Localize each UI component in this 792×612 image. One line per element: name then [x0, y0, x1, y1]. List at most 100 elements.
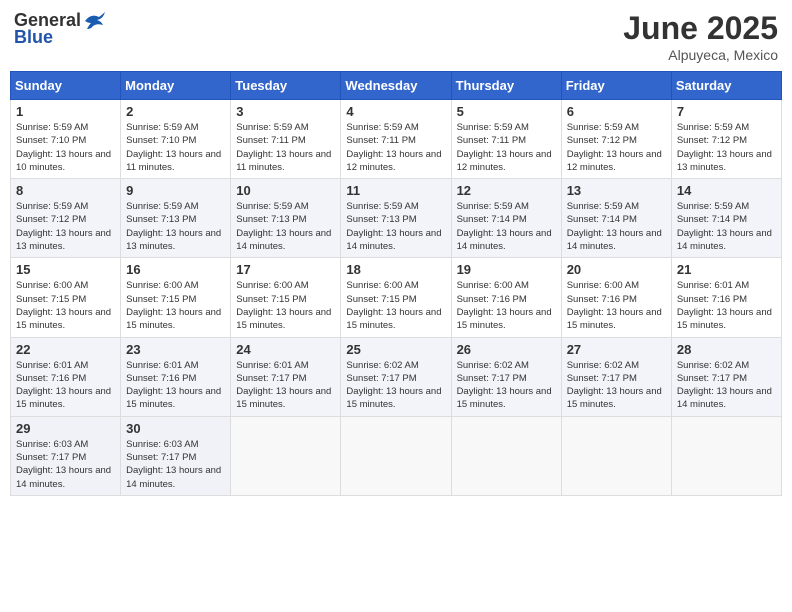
header-wednesday: Wednesday [341, 72, 451, 100]
day-info: Sunrise: 6:03 AMSunset: 7:17 PMDaylight:… [126, 438, 225, 491]
day-info: Sunrise: 6:01 AMSunset: 7:17 PMDaylight:… [236, 359, 335, 412]
table-row [561, 416, 671, 495]
table-row: 23 Sunrise: 6:01 AMSunset: 7:16 PMDayligh… [121, 337, 231, 416]
day-info: Sunrise: 6:00 AMSunset: 7:15 PMDaylight:… [236, 279, 335, 332]
table-row: 30 Sunrise: 6:03 AMSunset: 7:17 PMDayligh… [121, 416, 231, 495]
day-number: 13 [567, 183, 666, 198]
calendar-week-row: 15 Sunrise: 6:00 AMSunset: 7:15 PMDayligh… [11, 258, 782, 337]
table-row: 10 Sunrise: 5:59 AMSunset: 7:13 PMDayligh… [231, 179, 341, 258]
day-number: 25 [346, 342, 445, 357]
table-row: 29 Sunrise: 6:03 AMSunset: 7:17 PMDayligh… [11, 416, 121, 495]
header-saturday: Saturday [671, 72, 781, 100]
logo-blue-text: Blue [14, 27, 53, 48]
day-info: Sunrise: 6:03 AMSunset: 7:17 PMDaylight:… [16, 438, 115, 491]
day-info: Sunrise: 5:59 AMSunset: 7:14 PMDaylight:… [457, 200, 556, 253]
day-info: Sunrise: 5:59 AMSunset: 7:12 PMDaylight:… [16, 200, 115, 253]
day-number: 19 [457, 262, 556, 277]
day-info: Sunrise: 5:59 AMSunset: 7:10 PMDaylight:… [16, 121, 115, 174]
table-row: 7 Sunrise: 5:59 AMSunset: 7:12 PMDaylight… [671, 100, 781, 179]
table-row: 27 Sunrise: 6:02 AMSunset: 7:17 PMDayligh… [561, 337, 671, 416]
table-row [671, 416, 781, 495]
day-info: Sunrise: 6:00 AMSunset: 7:15 PMDaylight:… [126, 279, 225, 332]
day-number: 8 [16, 183, 115, 198]
table-row: 16 Sunrise: 6:00 AMSunset: 7:15 PMDayligh… [121, 258, 231, 337]
table-row: 5 Sunrise: 5:59 AMSunset: 7:11 PMDaylight… [451, 100, 561, 179]
day-info: Sunrise: 5:59 AMSunset: 7:12 PMDaylight:… [567, 121, 666, 174]
table-row [341, 416, 451, 495]
table-row: 21 Sunrise: 6:01 AMSunset: 7:16 PMDayligh… [671, 258, 781, 337]
header-friday: Friday [561, 72, 671, 100]
calendar-week-row: 22 Sunrise: 6:01 AMSunset: 7:16 PMDayligh… [11, 337, 782, 416]
header-monday: Monday [121, 72, 231, 100]
location-subtitle: Alpuyeca, Mexico [623, 47, 778, 63]
table-row: 2 Sunrise: 5:59 AMSunset: 7:10 PMDaylight… [121, 100, 231, 179]
day-number: 5 [457, 104, 556, 119]
table-row: 20 Sunrise: 6:00 AMSunset: 7:16 PMDayligh… [561, 258, 671, 337]
day-number: 20 [567, 262, 666, 277]
day-info: Sunrise: 6:01 AMSunset: 7:16 PMDaylight:… [677, 279, 776, 332]
day-number: 4 [346, 104, 445, 119]
table-row: 4Sunrise: 5:59 AMSunset: 7:11 PMDaylight… [341, 100, 451, 179]
day-info: Sunrise: 5:59 AMSunset: 7:14 PMDaylight:… [677, 200, 776, 253]
day-number: 12 [457, 183, 556, 198]
day-info: Sunrise: 6:00 AMSunset: 7:15 PMDaylight:… [16, 279, 115, 332]
header-sunday: Sunday [11, 72, 121, 100]
day-info: Sunrise: 5:59 AMSunset: 7:11 PMDaylight:… [457, 121, 556, 174]
day-info: Sunrise: 5:59 AMSunset: 7:14 PMDaylight:… [567, 200, 666, 253]
table-row: 3 Sunrise: 5:59 AMSunset: 7:11 PMDaylight… [231, 100, 341, 179]
table-row: 26 Sunrise: 6:02 AMSunset: 7:17 PMDayligh… [451, 337, 561, 416]
day-number: 22 [16, 342, 115, 357]
day-number: 15 [16, 262, 115, 277]
day-info: Sunrise: 6:02 AMSunset: 7:17 PMDaylight:… [457, 359, 556, 412]
day-info: Sunrise: 6:02 AMSunset: 7:17 PMDaylight:… [677, 359, 776, 412]
day-number: 29 [16, 421, 115, 436]
title-block: June 2025 Alpuyeca, Mexico [623, 10, 778, 63]
table-row: 13 Sunrise: 5:59 AMSunset: 7:14 PMDayligh… [561, 179, 671, 258]
table-row: 28Sunrise: 6:02 AMSunset: 7:17 PMDayligh… [671, 337, 781, 416]
day-info: Sunrise: 5:59 AMSunset: 7:13 PMDaylight:… [126, 200, 225, 253]
day-number: 9 [126, 183, 225, 198]
table-row: 11Sunrise: 5:59 AMSunset: 7:13 PMDayligh… [341, 179, 451, 258]
table-row: 17 Sunrise: 6:00 AMSunset: 7:15 PMDayligh… [231, 258, 341, 337]
day-info: Sunrise: 5:59 AMSunset: 7:10 PMDaylight:… [126, 121, 225, 174]
day-number: 17 [236, 262, 335, 277]
day-number: 1 [16, 104, 115, 119]
header-tuesday: Tuesday [231, 72, 341, 100]
day-number: 18 [346, 262, 445, 277]
table-row: 14Sunrise: 5:59 AMSunset: 7:14 PMDayligh… [671, 179, 781, 258]
table-row: 25 Sunrise: 6:02 AMSunset: 7:17 PMDayligh… [341, 337, 451, 416]
day-info: Sunrise: 5:59 AMSunset: 7:13 PMDaylight:… [346, 200, 445, 253]
table-row: 9 Sunrise: 5:59 AMSunset: 7:13 PMDaylight… [121, 179, 231, 258]
day-number: 6 [567, 104, 666, 119]
day-number: 30 [126, 421, 225, 436]
day-number: 7 [677, 104, 776, 119]
header-thursday: Thursday [451, 72, 561, 100]
table-row: 6 Sunrise: 5:59 AMSunset: 7:12 PMDaylight… [561, 100, 671, 179]
calendar-week-row: 8 Sunrise: 5:59 AMSunset: 7:12 PMDaylight… [11, 179, 782, 258]
calendar-header-row: Sunday Monday Tuesday Wednesday Thursday… [11, 72, 782, 100]
day-info: Sunrise: 6:00 AMSunset: 7:16 PMDaylight:… [457, 279, 556, 332]
day-info: Sunrise: 6:01 AMSunset: 7:16 PMDaylight:… [16, 359, 115, 412]
day-info: Sunrise: 5:59 AMSunset: 7:11 PMDaylight:… [236, 121, 335, 174]
day-info: Sunrise: 5:59 AMSunset: 7:12 PMDaylight:… [677, 121, 776, 174]
table-row: 22 Sunrise: 6:01 AMSunset: 7:16 PMDayligh… [11, 337, 121, 416]
day-number: 26 [457, 342, 556, 357]
day-info: Sunrise: 6:00 AMSunset: 7:15 PMDaylight:… [346, 279, 445, 332]
table-row [451, 416, 561, 495]
day-number: 2 [126, 104, 225, 119]
logo-bird-icon [83, 11, 107, 31]
month-title: June 2025 [623, 10, 778, 47]
day-number: 16 [126, 262, 225, 277]
day-info: Sunrise: 6:02 AMSunset: 7:17 PMDaylight:… [567, 359, 666, 412]
calendar-week-row: 29 Sunrise: 6:03 AMSunset: 7:17 PMDayligh… [11, 416, 782, 495]
calendar-week-row: 1 Sunrise: 5:59 AMSunset: 7:10 PMDaylight… [11, 100, 782, 179]
day-info: Sunrise: 6:02 AMSunset: 7:17 PMDaylight:… [346, 359, 445, 412]
day-info: Sunrise: 6:01 AMSunset: 7:16 PMDaylight:… [126, 359, 225, 412]
day-number: 27 [567, 342, 666, 357]
day-info: Sunrise: 5:59 AMSunset: 7:13 PMDaylight:… [236, 200, 335, 253]
day-number: 10 [236, 183, 335, 198]
day-info: Sunrise: 6:00 AMSunset: 7:16 PMDaylight:… [567, 279, 666, 332]
day-number: 3 [236, 104, 335, 119]
day-number: 21 [677, 262, 776, 277]
day-number: 23 [126, 342, 225, 357]
